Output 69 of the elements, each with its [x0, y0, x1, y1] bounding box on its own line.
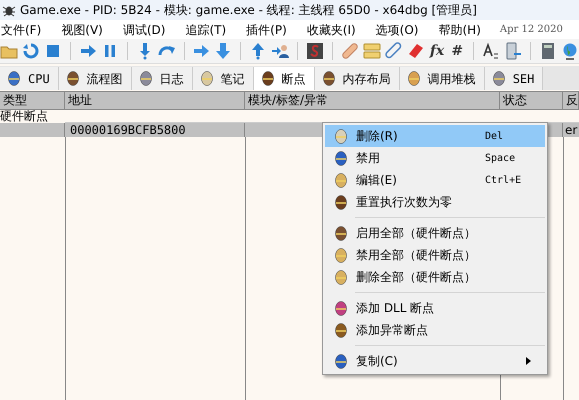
egg-icon — [334, 150, 346, 166]
menu-item[interactable]: 收藏夹(I) — [306, 24, 357, 36]
bookmark-icon[interactable] — [406, 42, 425, 60]
comment-icon[interactable] — [362, 42, 381, 60]
menu-item[interactable]: 编辑(E) Ctrl+E — [325, 169, 545, 191]
egg-icon — [492, 71, 505, 86]
menu-item[interactable]: 禁用全部（硬件断点） — [325, 244, 545, 266]
group-label: 硬件断点 — [0, 110, 49, 123]
menu-item[interactable]: 文件(F) — [0, 24, 42, 36]
tab[interactable]: 调用堆栈 — [400, 67, 485, 90]
egg-icon — [8, 71, 20, 86]
egg-icon — [200, 71, 213, 86]
menu-item[interactable]: 启用全部（硬件断点） — [325, 222, 545, 244]
menu-item[interactable]: 删除(R) Del — [325, 125, 545, 147]
function-button[interactable]: fx — [428, 41, 446, 61]
window-title: Game.exe - PID: 5B24 - 模块: game.exe - 线程: 主线程 65D0 - x64dbg [管理员] — [20, 2, 477, 19]
user-icon[interactable] — [271, 42, 290, 60]
paperclip-icon[interactable] — [384, 42, 403, 60]
menu-item[interactable]: 添加异常断点 — [325, 319, 545, 341]
tab[interactable]: SEH — [484, 67, 544, 90]
column-header[interactable]: 状态 — [500, 92, 563, 109]
tab[interactable]: 流程图 — [58, 67, 132, 90]
egg-icon — [334, 270, 346, 284]
arrow-down-icon[interactable] — [214, 42, 232, 60]
column-header[interactable]: 地址 — [65, 92, 245, 109]
calculator-icon[interactable] — [539, 42, 557, 60]
tab[interactable]: 日志 — [132, 67, 193, 90]
table-cell-text: er — [564, 123, 578, 137]
column-header[interactable]: 反 — [563, 92, 579, 109]
egg-icon — [334, 194, 346, 210]
menu-item[interactable]: 插件(P) — [245, 24, 288, 36]
tab[interactable]: CPU — [0, 67, 59, 90]
egg-icon — [334, 226, 346, 240]
egg-icon — [408, 71, 420, 86]
menu-item[interactable]: 视图(V) — [60, 24, 104, 36]
egg-icon — [334, 354, 346, 368]
egg-icon — [334, 172, 346, 188]
globe-icon[interactable] — [561, 42, 579, 60]
menu-item[interactable]: 选项(O) — [374, 24, 420, 36]
menu-item[interactable]: 帮助(H) — [437, 24, 482, 36]
tab[interactable]: 内存布局 — [314, 67, 400, 90]
menu-item[interactable]: 复制(C) — [325, 350, 545, 372]
egg-icon — [140, 71, 152, 86]
script-icon[interactable] — [306, 42, 324, 60]
menu-item[interactable]: 重置执行次数为零 — [325, 191, 545, 213]
column-header[interactable]: 模块/标签/异常 — [245, 92, 500, 109]
egg-icon — [262, 71, 274, 86]
font-icon[interactable] — [482, 42, 500, 60]
menu-item[interactable]: 追踪(T) — [184, 24, 228, 36]
egg-icon — [334, 248, 346, 262]
egg-icon — [334, 322, 346, 338]
egg-icon — [334, 300, 346, 316]
tab[interactable]: 断点 — [254, 67, 315, 90]
menu-item[interactable]: 删除全部（硬件断点） — [325, 266, 545, 288]
menu-item[interactable]: 添加 DLL 断点 — [325, 297, 545, 319]
menu-item[interactable]: 禁用 Space — [325, 147, 545, 169]
menu-item[interactable]: 调试(D) — [122, 24, 166, 36]
stop-icon[interactable] — [44, 42, 62, 60]
arrow-right-icon[interactable] — [192, 42, 210, 60]
egg-icon — [334, 128, 346, 144]
build-date: Apr 12 2020 — [500, 23, 563, 37]
egg-icon — [322, 71, 335, 86]
arrow-right-icon[interactable] — [78, 42, 97, 60]
restart-icon[interactable] — [22, 42, 40, 60]
device-icon[interactable] — [504, 42, 522, 60]
tab[interactable]: 笔记 — [192, 67, 254, 90]
column-header[interactable]: 类型 — [0, 92, 65, 109]
hash-button[interactable]: # — [449, 41, 466, 61]
egg-icon — [66, 71, 79, 86]
